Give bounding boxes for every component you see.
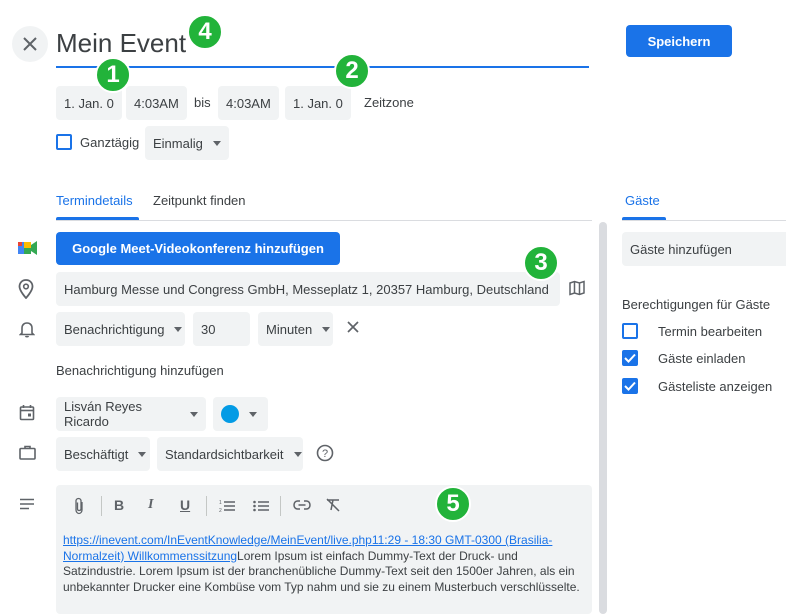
toolbar-divider [206, 496, 207, 516]
description-icon [19, 498, 35, 510]
close-icon [23, 37, 37, 51]
end-date-button[interactable]: 1. Jan. 0 [285, 86, 351, 120]
notification-value-input[interactable]: 30 [193, 312, 250, 346]
bullet-list-icon[interactable] [253, 499, 269, 513]
add-guests-input[interactable]: Gäste hinzufügen [622, 232, 786, 266]
notification-unit-select[interactable]: Minuten [258, 312, 333, 346]
end-time-button[interactable]: 4:03AM [218, 86, 279, 120]
timezone-button[interactable]: Zeitzone [364, 95, 414, 110]
help-icon[interactable]: ? [316, 444, 334, 462]
guest-permissions-title: Berechtigungen für Gäste [622, 297, 771, 312]
title-underline [56, 66, 589, 68]
briefcase-icon [19, 445, 36, 460]
chevron-down-icon [190, 411, 198, 417]
tab-gaeste[interactable]: Gäste [625, 193, 660, 208]
svg-text:1: 1 [219, 500, 222, 506]
permission-invite-label: Gäste einladen [658, 351, 746, 366]
annotation-badge-1: 1 [95, 57, 131, 93]
bold-icon[interactable]: B [114, 497, 124, 513]
svg-text:2: 2 [219, 508, 222, 513]
permission-edit-checkbox[interactable] [622, 323, 638, 339]
chevron-down-icon [293, 451, 302, 457]
svg-text:?: ? [322, 448, 328, 460]
tabs-divider [56, 220, 592, 221]
location-pin-icon [18, 279, 34, 299]
chevron-down-icon [212, 140, 221, 146]
to-label: bis [194, 95, 211, 110]
clear-formatting-icon[interactable] [325, 498, 341, 512]
close-button[interactable] [12, 26, 48, 62]
add-notification-link[interactable]: Benachrichtigung hinzufügen [56, 363, 224, 378]
visibility-select[interactable]: Standardsichtbarkeit [157, 437, 303, 471]
event-title-input[interactable]: Mein Event [56, 28, 186, 59]
start-time-button[interactable]: 4:03AM [126, 86, 187, 120]
recurrence-select[interactable]: Einmalig [145, 126, 229, 160]
all-day-label: Ganztägig [80, 135, 140, 150]
annotation-badge-4: 4 [187, 14, 223, 50]
calendar-owner-select[interactable]: Lisván Reyes Ricardo [56, 397, 206, 431]
scrollbar[interactable] [599, 222, 607, 614]
visibility-value: Standardsichtbarkeit [165, 446, 284, 462]
all-day-checkbox[interactable] [56, 134, 72, 150]
notification-unit-value: Minuten [266, 321, 313, 337]
numbered-list-icon[interactable]: 12 [219, 499, 235, 513]
annotation-badge-2: 2 [334, 53, 370, 89]
save-button[interactable]: Speichern [626, 25, 732, 57]
event-color-select[interactable] [213, 397, 268, 431]
underline-icon[interactable]: U [180, 497, 190, 513]
chevron-down-icon [138, 451, 147, 457]
availability-select[interactable]: Beschäftigt [56, 437, 150, 471]
map-icon[interactable] [569, 280, 585, 296]
remove-notification-icon[interactable] [346, 320, 360, 334]
tab-termindetails[interactable]: Termindetails [56, 193, 133, 208]
italic-icon[interactable]: I [148, 497, 153, 513]
notification-type-value: Benachrichtigung [64, 321, 165, 337]
toolbar-divider [280, 496, 281, 516]
recurrence-value: Einmalig [153, 135, 203, 151]
add-meet-button[interactable]: Google Meet-Videokonferenz hinzufügen [56, 232, 340, 265]
permission-view-list-label: Gästeliste anzeigen [658, 379, 773, 394]
permission-edit-label: Termin bearbeiten [658, 324, 763, 339]
permission-view-list-checkbox[interactable] [622, 378, 638, 394]
annotation-badge-5: 5 [435, 486, 471, 522]
calendar-owner-value: Lisván Reyes Ricardo [64, 399, 143, 429]
event-color-dot [221, 405, 239, 423]
toolbar-divider [101, 496, 102, 516]
calendar-icon [19, 404, 35, 421]
check-icon [624, 353, 636, 363]
permission-invite-checkbox[interactable] [622, 350, 638, 366]
guests-divider [622, 220, 786, 221]
notification-type-select[interactable]: Benachrichtigung [56, 312, 185, 346]
link-icon[interactable] [293, 500, 311, 510]
chevron-down-icon [249, 411, 257, 417]
bell-icon [19, 320, 35, 338]
google-meet-icon [18, 240, 38, 256]
location-input[interactable]: Hamburg Messe und Congress GmbH, Messepl… [56, 272, 560, 306]
chevron-down-icon [322, 326, 331, 332]
availability-value: Beschäftigt [64, 446, 129, 462]
attachment-icon[interactable] [72, 497, 86, 515]
chevron-down-icon [174, 326, 183, 332]
check-icon [624, 381, 636, 391]
tab-zeitpunkt-finden[interactable]: Zeitpunkt finden [153, 193, 246, 208]
description-text[interactable]: https://inevent.com/InEventKnowledge/Mei… [63, 533, 583, 595]
annotation-badge-3: 3 [523, 245, 559, 281]
